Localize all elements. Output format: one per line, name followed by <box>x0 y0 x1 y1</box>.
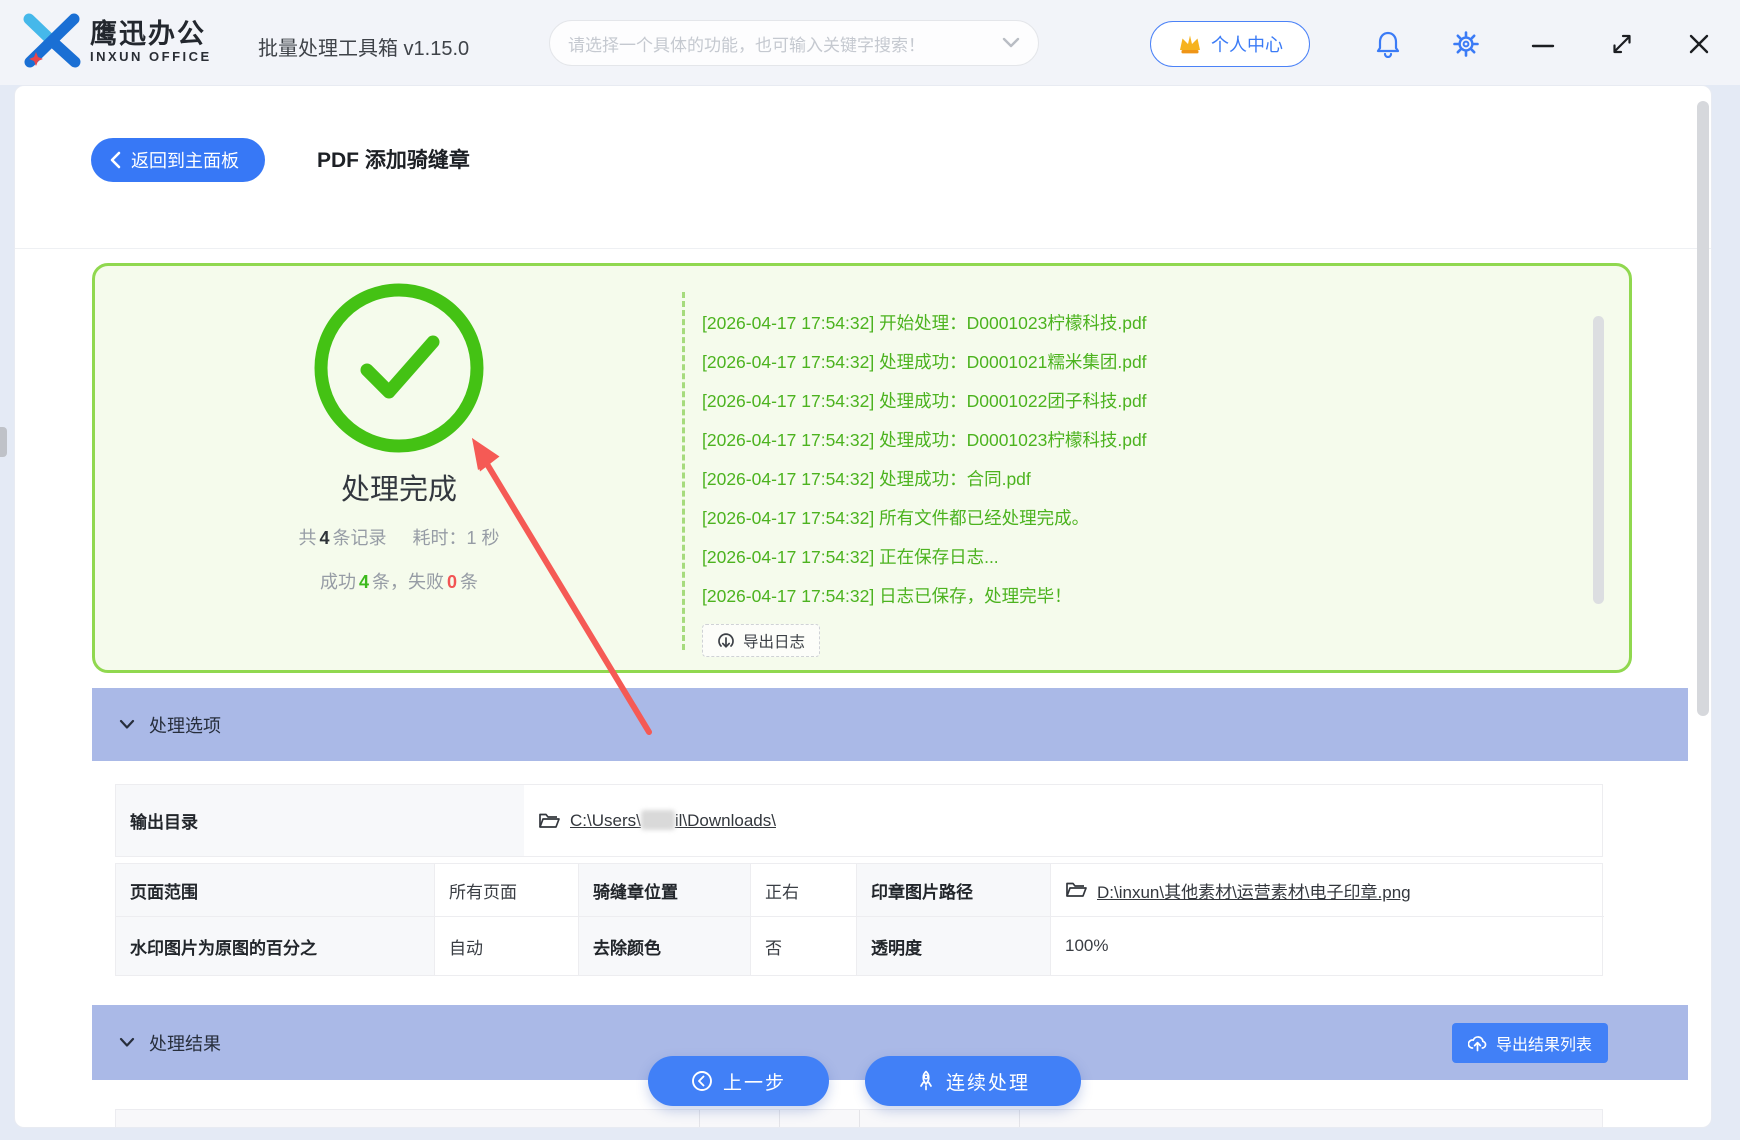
download-circle-icon <box>718 632 734 648</box>
maximize-button[interactable] <box>1608 30 1636 58</box>
option-value: 所有页面 <box>435 864 579 917</box>
back-circle-icon <box>692 1071 712 1091</box>
redacted-username <box>640 810 675 830</box>
log-line: [2026-04-17 17:54:32] 正在保存日志... <box>702 547 999 567</box>
export-result-list-label: 导出结果列表 <box>1495 1037 1592 1054</box>
chevron-left-icon <box>110 151 121 169</box>
log-line: [2026-04-17 17:54:32] 处理成功：D0001022团子科技.… <box>702 391 1147 411</box>
log-scrollbar-thumb[interactable] <box>1593 316 1604 604</box>
folder-icon <box>539 813 560 828</box>
brand-title: 鹰迅办公 <box>90 18 206 49</box>
result-summary-panel: 处理完成 共 4 条记录 耗时：1 秒 成功 4 条，失败 0 条 [2026-04-17 1… <box>92 263 1632 673</box>
page-scrollbar-thumb[interactable] <box>1697 101 1709 716</box>
option-label: 骑缝章位置 <box>579 864 751 917</box>
notification-bell-icon[interactable] <box>1374 30 1402 58</box>
status-text: 处理完成 <box>340 474 457 506</box>
options-grid: 页面范围 所有页面 骑缝章位置 正右 印章图片路径 D:\inxun\其他素材\… <box>115 863 1604 976</box>
results-table-header-partial <box>115 1109 1603 1127</box>
continue-processing-button[interactable]: 连续处理 <box>865 1056 1081 1106</box>
log-line: [2026-04-17 17:54:32] 开始处理：D0001023柠檬科技.… <box>702 313 1147 333</box>
back-button-label: 返回到主面板 <box>131 151 239 171</box>
elapsed-time: 耗时：1 秒 <box>412 528 500 548</box>
crown-icon <box>1180 35 1200 54</box>
options-table: 输出目录 C:\Users\ il\Downloads\ 页面范围 所有页面 骑缝… <box>115 784 1604 976</box>
option-label: 印章图片路径 <box>857 864 1051 917</box>
option-value: 100% <box>1065 936 1109 955</box>
page-title: PDF 添加骑缝章 <box>317 149 470 172</box>
main-content-card: 返回到主面板 PDF 添加骑缝章 处理完成 共 4 条记录 耗时：1 秒 成功 4 条，失… <box>14 85 1712 1128</box>
personal-center-label: 个人中心 <box>1211 35 1283 55</box>
search-placeholder: 请选择一个具体的功能，也可输入关键字搜索！ <box>568 35 925 55</box>
collapse-chevron-icon <box>119 719 135 729</box>
record-stats: 共 4 条记录 耗时：1 秒 <box>298 528 500 548</box>
log-line: [2026-04-17 17:54:32] 处理成功：D0001023柠檬科技.… <box>702 430 1147 450</box>
total-count: 4 <box>319 528 330 548</box>
output-dir-link[interactable]: C:\Users\ il\Downloads\ <box>570 810 776 831</box>
export-result-list-button[interactable]: 导出结果列表 <box>1451 1023 1608 1063</box>
continue-processing-label: 连续处理 <box>945 1072 1030 1094</box>
option-label: 透明度 <box>857 917 1051 975</box>
settings-gear-icon[interactable] <box>1452 30 1480 58</box>
inxun-logo-icon <box>23 13 81 68</box>
option-value: 正右 <box>751 864 857 917</box>
upload-cloud-icon <box>1467 1036 1487 1052</box>
section-header-options[interactable]: 处理选项 <box>92 688 1688 761</box>
back-to-dashboard-button[interactable]: 返回到主面板 <box>91 138 265 182</box>
options-section-title: 处理选项 <box>149 715 221 736</box>
option-value: 否 <box>751 917 857 975</box>
option-label: 去除颜色 <box>579 917 751 975</box>
chevron-down-icon <box>1002 37 1020 48</box>
title-bar: 鹰迅办公 INXUN OFFICE 批量处理工具箱 v1.15.0 请选择一个具… <box>0 0 1740 85</box>
option-label: 水印图片为原图的百分之 <box>116 917 435 975</box>
docked-side-handle[interactable] <box>0 427 7 457</box>
brand-subtitle: INXUN OFFICE <box>90 48 212 64</box>
personal-center-button[interactable]: 个人中心 <box>1150 21 1310 67</box>
export-log-label: 导出日志 <box>743 633 806 651</box>
export-log-button[interactable]: 导出日志 <box>702 624 821 657</box>
minimize-button[interactable] <box>1529 32 1557 60</box>
log-line: [2026-04-17 17:54:32] 处理成功：D0001021糯米集团.… <box>702 352 1147 372</box>
success-fail-stats: 成功 4 条，失败 0 条 <box>319 572 479 592</box>
seal-image-path-link[interactable]: D:\inxun\其他素材\运营素材\电子印章.png <box>1097 878 1411 903</box>
results-section-title: 处理结果 <box>149 1033 221 1054</box>
output-dir-label: 输出目录 <box>116 785 524 856</box>
success-check-icon <box>309 278 489 458</box>
option-label: 页面范围 <box>116 864 435 917</box>
collapse-chevron-icon <box>119 1037 135 1047</box>
success-count: 4 <box>358 572 369 592</box>
log-line: [2026-04-17 17:54:32] 所有文件都已经处理完成。 <box>702 508 1090 528</box>
app-logo: 鹰迅办公 INXUN OFFICE <box>22 12 212 70</box>
function-search-input[interactable]: 请选择一个具体的功能，也可输入关键字搜索！ <box>549 20 1039 66</box>
table-row: 输出目录 C:\Users\ il\Downloads\ <box>115 784 1603 857</box>
close-button[interactable] <box>1685 30 1713 58</box>
log-line: [2026-04-17 17:54:32] 处理成功：合同.pdf <box>702 469 1031 489</box>
rocket-icon <box>920 1070 932 1091</box>
previous-step-button[interactable]: 上一步 <box>648 1056 829 1106</box>
previous-step-label: 上一步 <box>722 1072 786 1094</box>
folder-icon <box>1066 882 1087 897</box>
processing-log-list: [2026-04-17 17:54:32] 开始处理：D0001023柠檬科技.… <box>682 292 1599 657</box>
app-title: 批量处理工具箱 v1.15.0 <box>258 38 470 60</box>
header-divider <box>15 248 1711 249</box>
option-value: 自动 <box>435 917 579 975</box>
log-line: [2026-04-17 17:54:32] 日志已保存，处理完毕！ <box>702 586 1072 606</box>
fail-count: 0 <box>447 572 458 592</box>
